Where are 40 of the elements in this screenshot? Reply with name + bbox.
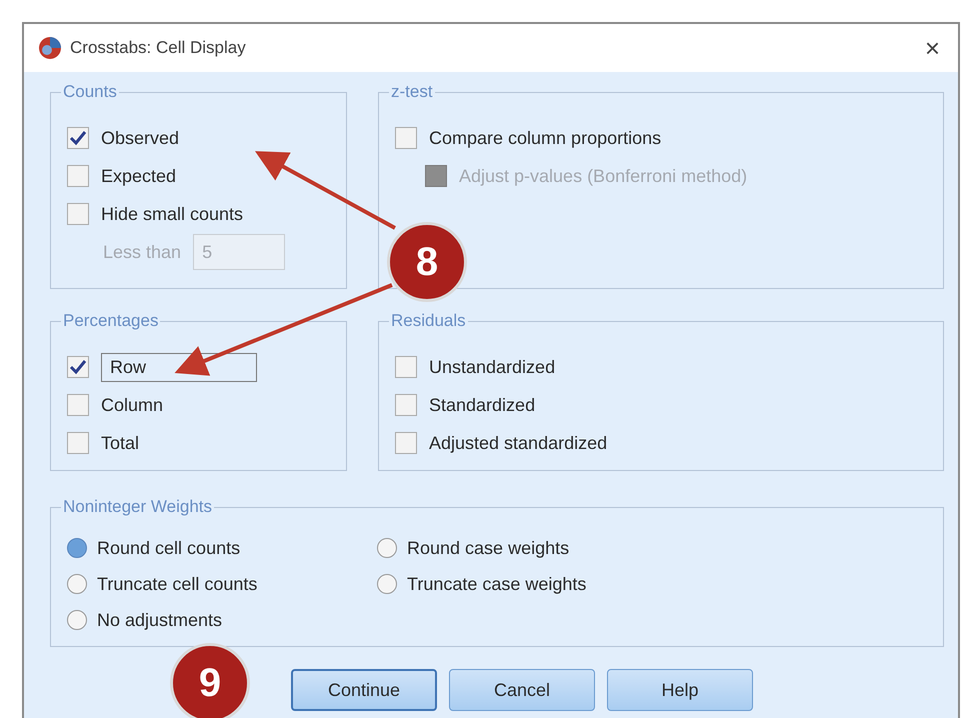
radio-button[interactable] xyxy=(67,574,87,594)
window-title: Crosstabs: Cell Display xyxy=(70,37,247,60)
checkbox-label[interactable]: Row xyxy=(101,352,257,382)
checkbox[interactable] xyxy=(395,356,417,378)
radio-button[interactable] xyxy=(67,538,87,558)
checkbox-label[interactable]: Total xyxy=(101,430,140,456)
checkbox-label[interactable]: Column xyxy=(101,392,164,418)
checkbox[interactable] xyxy=(395,127,417,149)
checkbox-label[interactable]: Compare column proportions xyxy=(429,124,662,152)
checkbox-label[interactable]: Observed xyxy=(101,124,180,152)
checkbox[interactable] xyxy=(67,127,89,149)
app-icon xyxy=(38,36,62,60)
checkbox-label[interactable]: Adjusted standardized xyxy=(429,430,608,456)
checkbox[interactable] xyxy=(395,432,417,454)
radio-button[interactable] xyxy=(67,610,87,630)
field-label: Less than xyxy=(103,240,182,264)
radio-button[interactable] xyxy=(377,574,397,594)
dialog-button[interactable]: Help xyxy=(607,669,753,711)
radio-label[interactable]: Truncate cell counts xyxy=(97,570,258,598)
radio-button[interactable] xyxy=(377,538,397,558)
checkbox[interactable] xyxy=(67,356,89,378)
checkbox[interactable] xyxy=(67,432,89,454)
checkbox[interactable] xyxy=(67,165,89,187)
checkbox[interactable] xyxy=(395,394,417,416)
group-title: Noninteger Weights xyxy=(61,497,214,517)
dialog-button[interactable]: Cancel xyxy=(449,669,595,711)
radio-label[interactable]: No adjustments xyxy=(97,606,222,634)
checkbox[interactable] xyxy=(67,203,89,225)
radio-label[interactable]: Round case weights xyxy=(407,534,570,562)
radio-label[interactable]: Round cell counts xyxy=(97,534,240,562)
checkbox-label[interactable]: Expected xyxy=(101,162,176,190)
checkbox[interactable] xyxy=(67,394,89,416)
checkbox-label[interactable]: Standardized xyxy=(429,392,536,418)
group-title: Percentages xyxy=(61,311,160,331)
checkbox-label: Adjust p-values (Bonferroni method) xyxy=(459,164,748,188)
checkbox-label[interactable]: Hide small counts xyxy=(101,200,244,228)
close-button[interactable]: × xyxy=(920,35,944,61)
radio-label[interactable]: Truncate case weights xyxy=(407,570,586,598)
checkbox-label[interactable]: Unstandardized xyxy=(429,354,556,380)
dialog-button[interactable]: Continue xyxy=(291,669,437,711)
